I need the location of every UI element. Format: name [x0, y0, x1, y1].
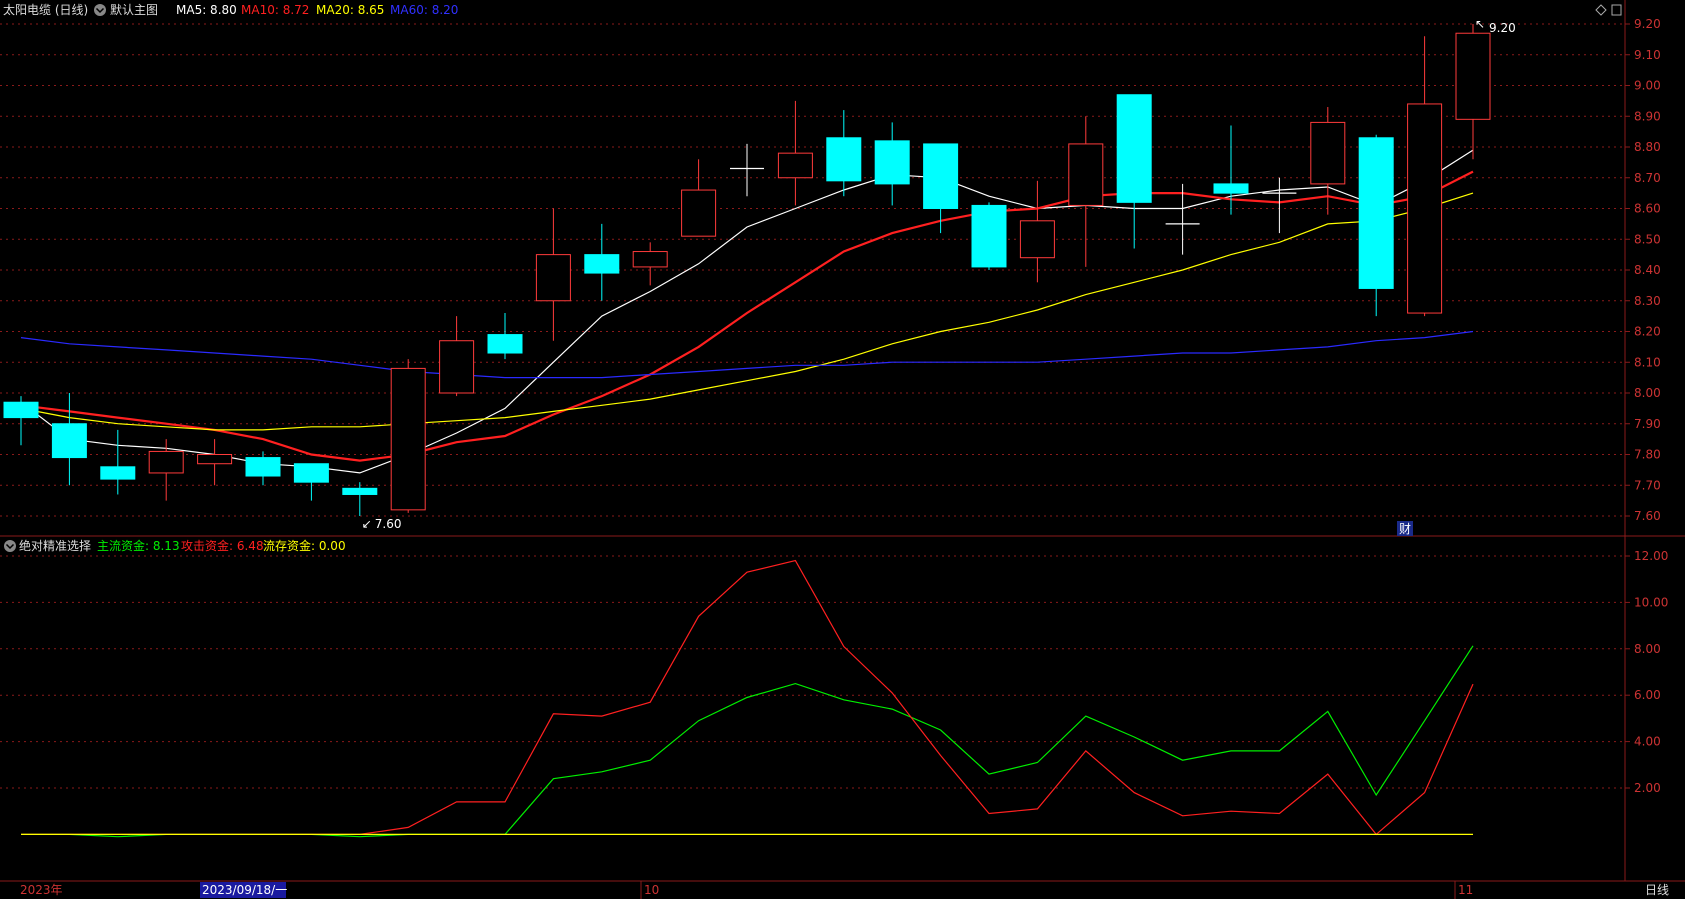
candle-body	[584, 254, 620, 274]
high-price-marker: 9.20	[1489, 21, 1516, 35]
candle-body	[245, 457, 281, 477]
candle-body	[1407, 103, 1443, 314]
stock-title: 太阳电缆 (日线)	[3, 2, 88, 17]
candle-body	[1455, 32, 1491, 120]
price-tick-label: 8.50	[1634, 232, 1661, 246]
indicator-tick-label: 4.00	[1634, 735, 1661, 749]
stock-chart-window: 9.20 9.10 9.00 8.90 8.80 8.70 8.60 8.50 8.40 8.30…	[0, 0, 1685, 899]
candle-body	[51, 423, 87, 459]
candle-body	[1358, 137, 1394, 289]
moving-average-lines	[20, 149, 1474, 474]
price-tick-label: 8.40	[1634, 263, 1661, 277]
ma60-line	[20, 330, 1474, 379]
price-tick-label: 8.00	[1634, 386, 1661, 400]
candle-body	[535, 254, 571, 302]
price-tick-label: 8.10	[1634, 355, 1661, 369]
price-tick-label: 8.90	[1634, 109, 1661, 123]
candle-body	[487, 334, 523, 354]
candle-body	[632, 251, 668, 268]
period-label[interactable]: 日线	[1645, 883, 1669, 897]
main-fund-value: 主流资金: 8.13	[97, 538, 180, 553]
arrow-left-icon: ↙	[362, 517, 372, 531]
month-label-nov: 11	[1458, 883, 1473, 897]
candle-body	[293, 463, 329, 483]
ma10-value: MA10: 8.72	[241, 3, 309, 17]
candle-body	[197, 454, 233, 465]
price-tick-label: 9.00	[1634, 79, 1661, 93]
candle-body	[681, 189, 717, 237]
price-tick-label: 8.70	[1634, 171, 1661, 185]
price-tick-label: 7.60	[1634, 509, 1661, 523]
diamond-icon[interactable]	[1595, 4, 1607, 16]
candle-body	[390, 367, 426, 511]
candle-body	[100, 466, 136, 480]
attack-fund-value: 攻击资金: 6.48	[181, 538, 264, 553]
indicator-tick-label: 2.00	[1634, 781, 1661, 795]
price-tick-label: 8.30	[1634, 294, 1661, 308]
ma20-line	[20, 192, 1474, 431]
candle-body	[1310, 121, 1346, 185]
candle-body	[874, 140, 910, 185]
indicator-axis: 12.00 10.00 8.00 6.00 4.00 2.00	[1625, 549, 1668, 795]
candle-body	[1068, 143, 1104, 206]
price-tick-label: 9.10	[1634, 48, 1661, 62]
indicator-dropdown[interactable]: 默认主图	[110, 2, 158, 17]
price-tick-label: 7.80	[1634, 448, 1661, 462]
indicator-tick-label: 10.00	[1634, 595, 1668, 609]
candle-body	[342, 487, 378, 495]
ma10-line	[20, 170, 1474, 462]
arrow-left-icon: ↖	[1475, 17, 1485, 31]
dropdown-toggle-icon[interactable]	[94, 4, 106, 16]
price-tick-label: 7.90	[1634, 417, 1661, 431]
flow-fund-value: 流存资金: 0.00	[263, 538, 346, 553]
price-tick-label: 8.20	[1634, 325, 1661, 339]
ma5-line	[20, 149, 1474, 474]
candle-body	[923, 143, 959, 209]
indicator-tick-label: 12.00	[1634, 549, 1668, 563]
cursor-date: 2023/09/18/一	[202, 883, 287, 897]
year-label: 2023年	[20, 883, 63, 897]
candle-body	[1116, 94, 1152, 203]
chart-canvas[interactable]: 9.20 9.10 9.00 8.90 8.80 8.70 8.60 8.50 8.40 8.30…	[0, 0, 1685, 899]
month-label-oct: 10	[644, 883, 659, 897]
candle-body	[1019, 220, 1055, 259]
ma20-value: MA20: 8.65	[316, 3, 384, 17]
indicator-name[interactable]: 绝对精准选择	[19, 538, 91, 553]
price-tick-label: 8.80	[1634, 140, 1661, 154]
finance-badge[interactable]: 财	[1399, 522, 1411, 536]
candle-body	[971, 204, 1007, 268]
candle-body	[826, 137, 862, 182]
candle-body	[777, 152, 813, 179]
candle-body	[1213, 183, 1249, 194]
indicator-tick-label: 6.00	[1634, 688, 1661, 702]
indicator-tick-label: 8.00	[1634, 642, 1661, 656]
indicator-menu-icon[interactable]	[4, 540, 16, 552]
ma60-value: MA60: 8.20	[390, 3, 458, 17]
price-tick-label: 9.20	[1634, 17, 1661, 31]
price-axis: 9.20 9.10 9.00 8.90 8.80 8.70 8.60 8.50 8.40 8.30…	[1625, 17, 1661, 523]
low-price-marker: 7.60	[375, 517, 402, 531]
ma5-value: MA5: 8.80	[176, 3, 237, 17]
candle-body	[148, 450, 184, 474]
window-icon[interactable]	[1611, 4, 1622, 16]
price-tick-label: 8.60	[1634, 202, 1661, 216]
candle-body	[3, 401, 39, 419]
price-tick-label: 7.70	[1634, 478, 1661, 492]
candle-body	[439, 340, 475, 394]
